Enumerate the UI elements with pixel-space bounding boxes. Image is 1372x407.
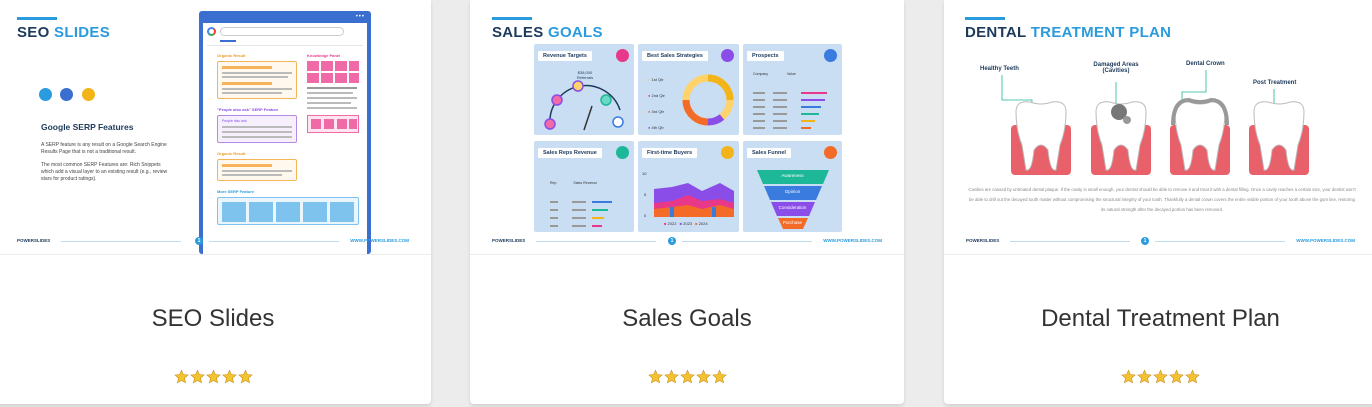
- organic-result-box: [217, 61, 297, 99]
- slide-paragraph-1: A SERP feature is any result on a Google…: [41, 142, 167, 155]
- slide-footer: POWERSLIDES 1 WWW.POWERSLIDES.COM: [966, 237, 1355, 245]
- clipboard-icon: [721, 49, 734, 62]
- card-title[interactable]: Sales Goals: [470, 305, 904, 333]
- star-icon: [173, 369, 189, 384]
- label-knowledge-panel: Knowledge Panel: [307, 53, 341, 58]
- slide-subtitle: Google SERP Features: [41, 122, 134, 132]
- legend-q2: ● 2nd Qtr: [648, 93, 665, 98]
- label-organic-result-2: Organic Result: [217, 151, 246, 156]
- panel-prospects: Prospects Company Value: [743, 44, 842, 135]
- template-card-sales-goals[interactable]: SALES GOALS Revenue Targets $38,000 Refe…: [470, 0, 904, 404]
- gauge-chart: [544, 80, 624, 131]
- people-also-ask-box: People also ask: [217, 115, 297, 143]
- star-icon: [221, 369, 237, 384]
- legend-q3: ● 3rd Qtr: [648, 109, 664, 114]
- funnel-stage-awareness: Awareness: [781, 173, 804, 178]
- funnel-chart: [757, 170, 829, 229]
- panel-sales-funnel: Sales Funnel Awareness Opinion Considera…: [743, 141, 842, 232]
- star-icon: [205, 369, 221, 384]
- star-icon: [663, 369, 679, 384]
- slide-footer: POWERSLIDES 1 WWW.POWERSLIDES.COM: [17, 237, 409, 245]
- template-card-dental-treatment-plan[interactable]: DENTAL TREATMENT PLAN Healthy Teeth Dama…: [944, 0, 1372, 404]
- star-icon: [679, 369, 695, 384]
- google-logo-icon: [207, 27, 216, 36]
- label-more-serp-feature: More SERP Feature: [217, 189, 255, 194]
- feature-icons: [39, 88, 95, 106]
- funnel-stage-opinion: Opinion: [784, 189, 801, 194]
- knowledge-panel-box: [307, 61, 359, 83]
- star-icon: [1185, 369, 1200, 384]
- panel-first-time-buyers: First-time Buyers 10 5 0 ■ 2022 ■ 2023 ■…: [638, 141, 739, 232]
- thumbs-up-icon: [60, 88, 74, 101]
- teeth-illustration: [1001, 70, 1309, 175]
- star-icon: [1121, 369, 1136, 384]
- browser-mockup: ••• Organic Result Knowledge Panel "Peop…: [199, 11, 371, 254]
- star-icon: [711, 369, 727, 384]
- legend-q4: ● 4th Qtr: [648, 125, 664, 130]
- star-icon: [647, 369, 663, 384]
- mail-icon: [39, 88, 52, 101]
- area-chart: [654, 183, 734, 217]
- slide-paragraph-2: The most common SERP Features are: Rich …: [41, 162, 168, 182]
- card-title[interactable]: Dental Treatment Plan: [944, 305, 1372, 333]
- search-bar: [220, 27, 344, 36]
- slide-heading: SALES GOALS: [492, 17, 603, 41]
- star-icon: [1169, 369, 1184, 384]
- legend-q1: ● 1st Qtr: [648, 77, 664, 82]
- donut-chart: [682, 74, 734, 126]
- label-organic-result: Organic Result: [217, 53, 246, 58]
- template-grid: SEO SLIDES Google SERP Features A SERP f…: [0, 0, 1372, 407]
- network-icon: [824, 49, 837, 62]
- organic-result-box-2: [217, 159, 297, 181]
- template-thumbnail[interactable]: SALES GOALS Revenue Targets $38,000 Refe…: [470, 0, 904, 254]
- rating-stars: [470, 369, 904, 384]
- cart-icon: [721, 146, 734, 159]
- funnel-stage-purchase: Purchase: [782, 220, 802, 225]
- label-people-also-ask-feature: "People also ask" SERP Feature: [217, 107, 279, 112]
- panel-revenue-targets: Revenue Targets $38,000 Referrals: [534, 44, 634, 135]
- card-info: SEO Slides: [0, 254, 431, 404]
- template-card-seo-slides[interactable]: SEO SLIDES Google SERP Features A SERP f…: [0, 0, 431, 404]
- funnel-stage-consideration: Consideration: [778, 205, 807, 210]
- star-icon: [237, 369, 253, 384]
- star-icon: [189, 369, 205, 384]
- panel-best-sales-strategies: Best Sales Strategies ● 1st Qtr ● 2nd Qt…: [638, 44, 739, 135]
- slide-paragraph: Cavities are caused by untreated dental …: [968, 187, 1356, 212]
- rating-stars: [944, 369, 1372, 384]
- star-icon: [695, 369, 711, 384]
- card-info: Dental Treatment Plan: [944, 254, 1372, 404]
- more-serp-box: [217, 197, 359, 225]
- slide-footer: POWERSLIDES 1 WWW.POWERSLIDES.COM: [492, 237, 882, 245]
- panel-sales-reps-revenue: Sales Reps Revenue Rep Sales Revenue: [534, 141, 634, 232]
- star-icon: [1153, 369, 1168, 384]
- rating-stars: [0, 369, 431, 384]
- trophy-icon: [616, 146, 629, 159]
- template-thumbnail[interactable]: DENTAL TREATMENT PLAN Healthy Teeth Dama…: [944, 0, 1372, 254]
- star-icon: [1137, 369, 1152, 384]
- template-thumbnail[interactable]: SEO SLIDES Google SERP Features A SERP f…: [0, 0, 431, 254]
- card-info: Sales Goals: [470, 254, 904, 404]
- slide-heading: SEO SLIDES: [17, 17, 110, 41]
- card-title[interactable]: SEO Slides: [0, 305, 431, 333]
- star-badge-icon: [81, 88, 95, 101]
